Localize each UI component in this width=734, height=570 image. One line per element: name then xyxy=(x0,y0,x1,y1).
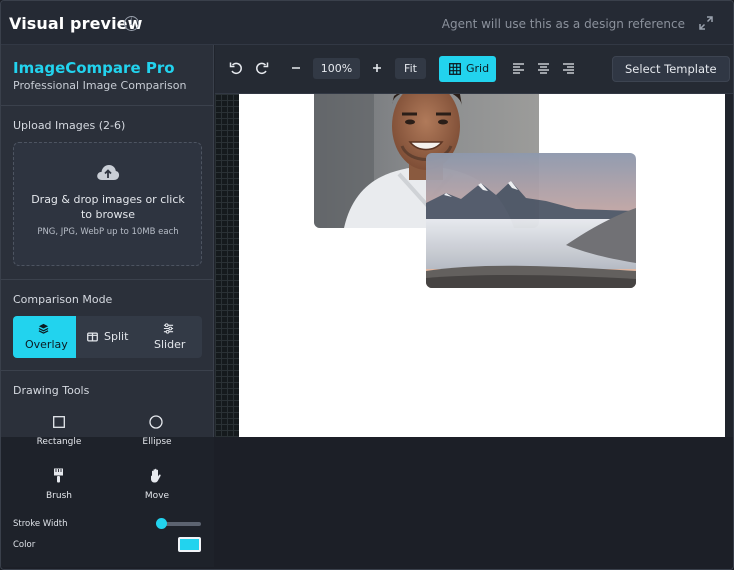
mode-split-button[interactable]: Split xyxy=(76,316,139,358)
tool-move[interactable]: Move xyxy=(129,467,185,503)
split-view-icon xyxy=(87,332,98,342)
stroke-width-slider[interactable] xyxy=(156,518,201,529)
divider xyxy=(1,370,214,371)
tool-brush[interactable]: Brush xyxy=(31,467,87,503)
mode-slider-button[interactable]: Slider xyxy=(139,316,202,358)
info-icon[interactable]: i xyxy=(124,16,139,31)
align-right-icon[interactable] xyxy=(562,62,575,75)
zoom-level[interactable]: 100% xyxy=(313,58,360,79)
mountain-photo[interactable] xyxy=(426,153,636,288)
comparison-mode-group: Overlay Split Slider xyxy=(13,316,202,358)
mode-overlay-button[interactable]: Overlay xyxy=(13,316,76,358)
divider xyxy=(1,105,214,106)
upload-cloud-icon xyxy=(97,165,120,180)
design-canvas[interactable] xyxy=(239,94,725,437)
align-center-icon[interactable] xyxy=(537,62,550,75)
tool-ellipse-label: Ellipse xyxy=(142,437,172,447)
upload-dropzone[interactable]: Drag & drop images or click to browse PN… xyxy=(13,142,202,266)
hand-icon xyxy=(151,468,161,483)
tool-brush-label: Brush xyxy=(46,491,72,501)
grid-toggle-button[interactable]: Grid xyxy=(439,56,496,82)
sidebar: ImageCompare Pro Professional Image Comp… xyxy=(1,45,214,437)
grid-icon xyxy=(449,63,461,75)
minus-icon[interactable] xyxy=(288,60,304,76)
mode-overlay-label: Overlay xyxy=(25,338,68,351)
mode-slider-label: Slider xyxy=(154,338,186,351)
brush-icon xyxy=(54,468,63,483)
tool-move-label: Move xyxy=(144,491,170,501)
redo-icon[interactable] xyxy=(254,60,270,76)
rectangle-icon xyxy=(53,416,65,428)
app-name: ImageCompare Pro xyxy=(13,59,175,77)
layers-icon xyxy=(38,323,49,334)
drawing-tools-label: Drawing Tools xyxy=(13,384,90,397)
sliders-icon xyxy=(163,323,174,334)
tool-rectangle-label: Rectangle xyxy=(36,437,82,447)
app-subtitle: Professional Image Comparison xyxy=(13,79,187,92)
dropzone-text: Drag & drop images or click to browse xyxy=(31,193,185,221)
tool-ellipse[interactable]: Ellipse xyxy=(129,413,185,449)
upload-label: Upload Images (2-6) xyxy=(13,119,126,132)
expand-icon[interactable] xyxy=(698,15,714,31)
mountain-photo-image xyxy=(426,153,636,288)
mode-split-label: Split xyxy=(104,330,129,343)
canvas-toolbar: 100% Fit Grid Select Template xyxy=(215,45,733,94)
tool-rectangle[interactable]: Rectangle xyxy=(31,413,87,449)
canvas-grid-margin xyxy=(215,94,239,437)
agent-note: Agent will use this as a design referenc… xyxy=(441,17,685,31)
visual-preview-window: Visual preview i Agent will use this as … xyxy=(0,0,734,570)
comparison-mode-label: Comparison Mode xyxy=(13,293,113,306)
align-left-icon[interactable] xyxy=(512,62,525,75)
color-label: Color xyxy=(13,540,36,550)
undo-icon[interactable] xyxy=(228,60,244,76)
dropzone-formats: PNG, JPG, WebP up to 10MB each xyxy=(37,227,179,237)
ellipse-icon xyxy=(149,415,163,429)
canvas-right-edge xyxy=(725,94,733,437)
fit-button[interactable]: Fit xyxy=(395,58,426,79)
preview-title: Visual preview xyxy=(9,14,143,33)
stroke-width-label: Stroke Width xyxy=(13,519,68,529)
plus-icon[interactable] xyxy=(369,60,385,76)
select-template-dropdown[interactable]: Select Template xyxy=(612,56,730,82)
preview-header: Visual preview i Agent will use this as … xyxy=(1,1,733,45)
color-swatch[interactable] xyxy=(178,537,201,552)
grid-label: Grid xyxy=(466,62,490,75)
divider xyxy=(1,279,214,280)
